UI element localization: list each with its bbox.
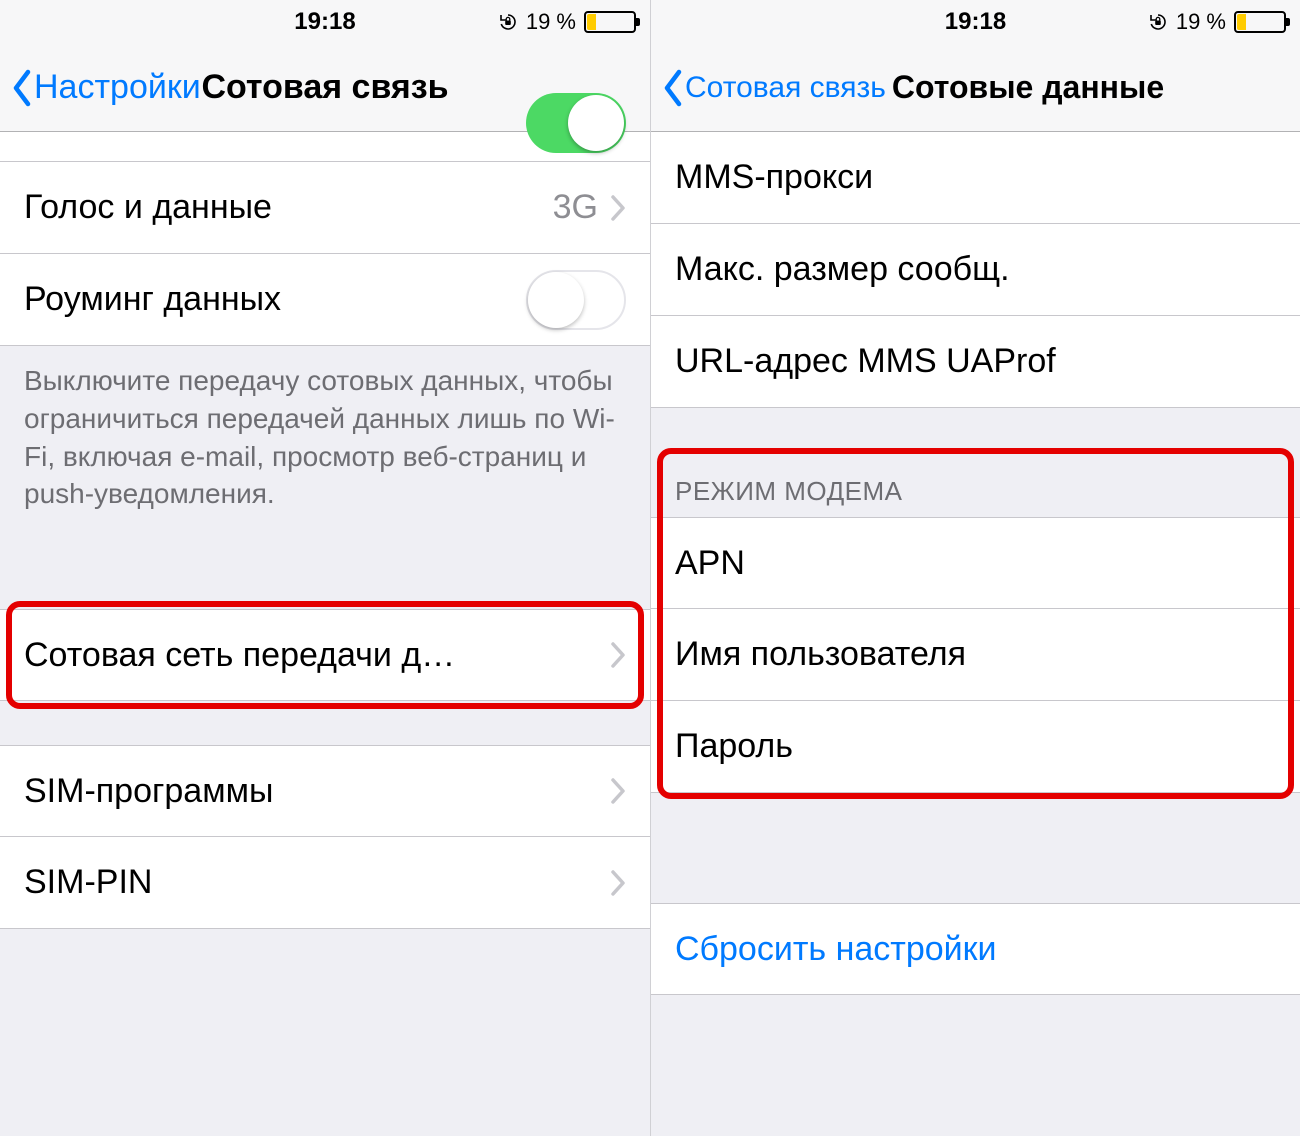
voice-data-row[interactable]: Голос и данные 3G <box>0 162 650 254</box>
reset-settings-row[interactable]: Сбросить настройки <box>651 903 1300 995</box>
back-button[interactable]: Настройки <box>0 68 201 107</box>
rotation-lock-icon <box>498 12 518 32</box>
screen-cellular: 19:18 19 % Настройки Сотовая связь Голос… <box>0 0 650 1136</box>
chevron-right-icon <box>610 641 626 669</box>
data-roaming-toggle[interactable] <box>526 270 626 330</box>
section-gap <box>0 539 650 609</box>
reset-settings-label: Сбросить настройки <box>675 930 1276 969</box>
mms-uaprof-label: URL-адрес MMS UAProf <box>675 342 1276 381</box>
back-label: Настройки <box>34 68 201 107</box>
status-bar: 19:18 19 % <box>651 0 1300 44</box>
cellular-data-toggle-row <box>0 132 650 162</box>
chevron-right-icon <box>610 777 626 805</box>
chevron-right-icon <box>610 869 626 897</box>
cellular-data-toggle[interactable] <box>526 93 626 153</box>
section-gap <box>0 701 650 745</box>
max-msg-size-row[interactable]: Макс. размер сообщ. <box>651 224 1300 316</box>
section-gap <box>651 408 1300 452</box>
back-button[interactable]: Сотовая связь <box>651 69 886 107</box>
battery-icon <box>1234 11 1286 33</box>
sim-apps-label: SIM-программы <box>24 772 610 811</box>
cellular-help-text: Выключите передачу сотовых данных, чтобы… <box>0 346 650 539</box>
cellular-network-row[interactable]: Сотовая сеть передачи д… <box>0 609 650 701</box>
password-label: Пароль <box>675 727 1276 766</box>
section-gap <box>0 929 650 1136</box>
password-row[interactable]: Пароль <box>651 701 1300 793</box>
back-label: Сотовая связь <box>685 71 886 105</box>
apn-label: APN <box>675 544 1276 583</box>
battery-percent: 19 % <box>526 9 576 35</box>
nav-bar: Сотовая связь Сотовые данные <box>651 44 1300 132</box>
username-label: Имя пользователя <box>675 635 1276 674</box>
page-title: Сотовая связь <box>201 68 448 107</box>
battery-percent: 19 % <box>1176 9 1226 35</box>
status-time: 19:18 <box>294 8 355 36</box>
mms-proxy-label: MMS-прокси <box>675 158 1276 197</box>
status-bar: 19:18 19 % <box>0 0 650 44</box>
battery-icon <box>584 11 636 33</box>
username-row[interactable]: Имя пользователя <box>651 609 1300 701</box>
voice-data-value: 3G <box>553 188 598 227</box>
page-title: Сотовые данные <box>892 69 1164 106</box>
modem-section-header: РЕЖИМ МОДЕМА <box>651 452 1300 517</box>
apn-row[interactable]: APN <box>651 517 1300 609</box>
status-right: 19 % <box>498 9 636 35</box>
screen-cellular-data: 19:18 19 % Сотовая связь Сотовые данные … <box>650 0 1300 1136</box>
data-roaming-label: Роуминг данных <box>24 280 526 319</box>
chevron-left-icon <box>10 69 34 107</box>
mms-proxy-row[interactable]: MMS-прокси <box>651 132 1300 224</box>
chevron-right-icon <box>610 194 626 222</box>
max-msg-size-label: Макс. размер сообщ. <box>675 250 1276 289</box>
data-roaming-row: Роуминг данных <box>0 254 650 346</box>
rotation-lock-icon <box>1148 12 1168 32</box>
status-time: 19:18 <box>945 8 1006 36</box>
cellular-network-label: Сотовая сеть передачи д… <box>24 636 610 675</box>
status-right: 19 % <box>1148 9 1286 35</box>
section-gap <box>651 793 1300 903</box>
sim-apps-row[interactable]: SIM-программы <box>0 745 650 837</box>
sim-pin-row[interactable]: SIM-PIN <box>0 837 650 929</box>
voice-data-label: Голос и данные <box>24 188 553 227</box>
sim-pin-label: SIM-PIN <box>24 863 610 902</box>
mms-uaprof-row[interactable]: URL-адрес MMS UAProf <box>651 316 1300 408</box>
section-gap <box>651 995 1300 1136</box>
chevron-left-icon <box>661 69 685 107</box>
